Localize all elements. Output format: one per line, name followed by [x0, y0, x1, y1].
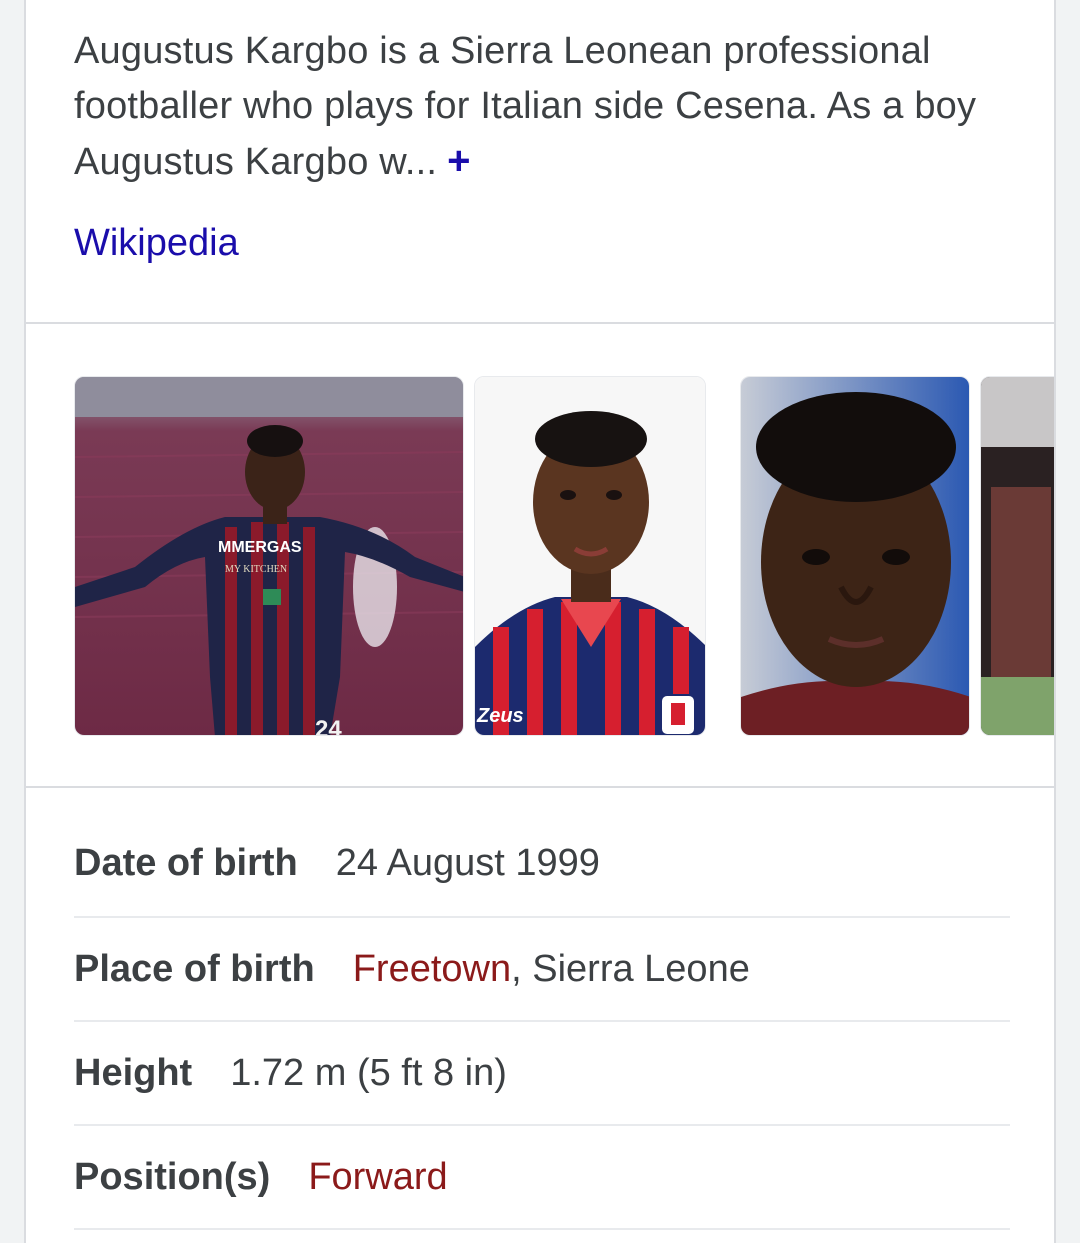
kit-sponsor-text: MMERGAS — [218, 539, 302, 556]
fact-label: Place of birth — [74, 947, 315, 990]
description-text: Augustus Kargbo is a Sierra Leonean prof… — [74, 30, 977, 183]
divider — [26, 322, 1054, 324]
knowledge-panel-card: Augustus Kargbo is a Sierra Leonean prof… — [24, 0, 1056, 1243]
image-gallery[interactable]: MMERGAS MY KITCHEN 24 Zeus — [74, 376, 1054, 736]
fact-row-date-of-birth: Date of birth 24 August 1999 — [74, 810, 1010, 918]
gallery-image-4[interactable] — [980, 376, 1054, 736]
fact-label: Height — [74, 1051, 193, 1094]
fact-row-position: Position(s) Forward — [74, 1126, 1010, 1230]
freetown-link[interactable]: Freetown — [353, 948, 511, 991]
kit-brand-text: Zeus — [476, 705, 524, 727]
jersey-number: 24 — [315, 716, 342, 736]
forward-link[interactable]: Forward — [308, 1156, 447, 1199]
fact-value: 24 August 1999 — [335, 841, 600, 884]
fact-value: 1.72 m (5 ft 8 in) — [230, 1051, 507, 1094]
gallery-image-1[interactable]: MMERGAS MY KITCHEN 24 — [74, 376, 464, 736]
description: Augustus Kargbo is a Sierra Leonean prof… — [74, 24, 1024, 190]
facts-list: Date of birth 24 August 1999 Place of bi… — [74, 810, 1010, 1230]
fact-row-height: Height 1.72 m (5 ft 8 in) — [74, 1022, 1010, 1126]
expand-plus-icon[interactable]: + — [447, 139, 471, 183]
fact-row-place-of-birth: Place of birth Freetown, Sierra Leone — [74, 918, 1010, 1022]
kit-subsponsor-text: MY KITCHEN — [225, 564, 287, 575]
fact-label: Date of birth — [74, 841, 298, 884]
divider — [26, 786, 1054, 788]
gallery-image-2[interactable]: Zeus — [474, 376, 706, 736]
fact-value: , Sierra Leone — [511, 947, 750, 990]
fact-label: Position(s) — [74, 1155, 271, 1198]
gallery-image-3[interactable] — [740, 376, 970, 736]
wikipedia-source-link[interactable]: Wikipedia — [74, 222, 239, 265]
